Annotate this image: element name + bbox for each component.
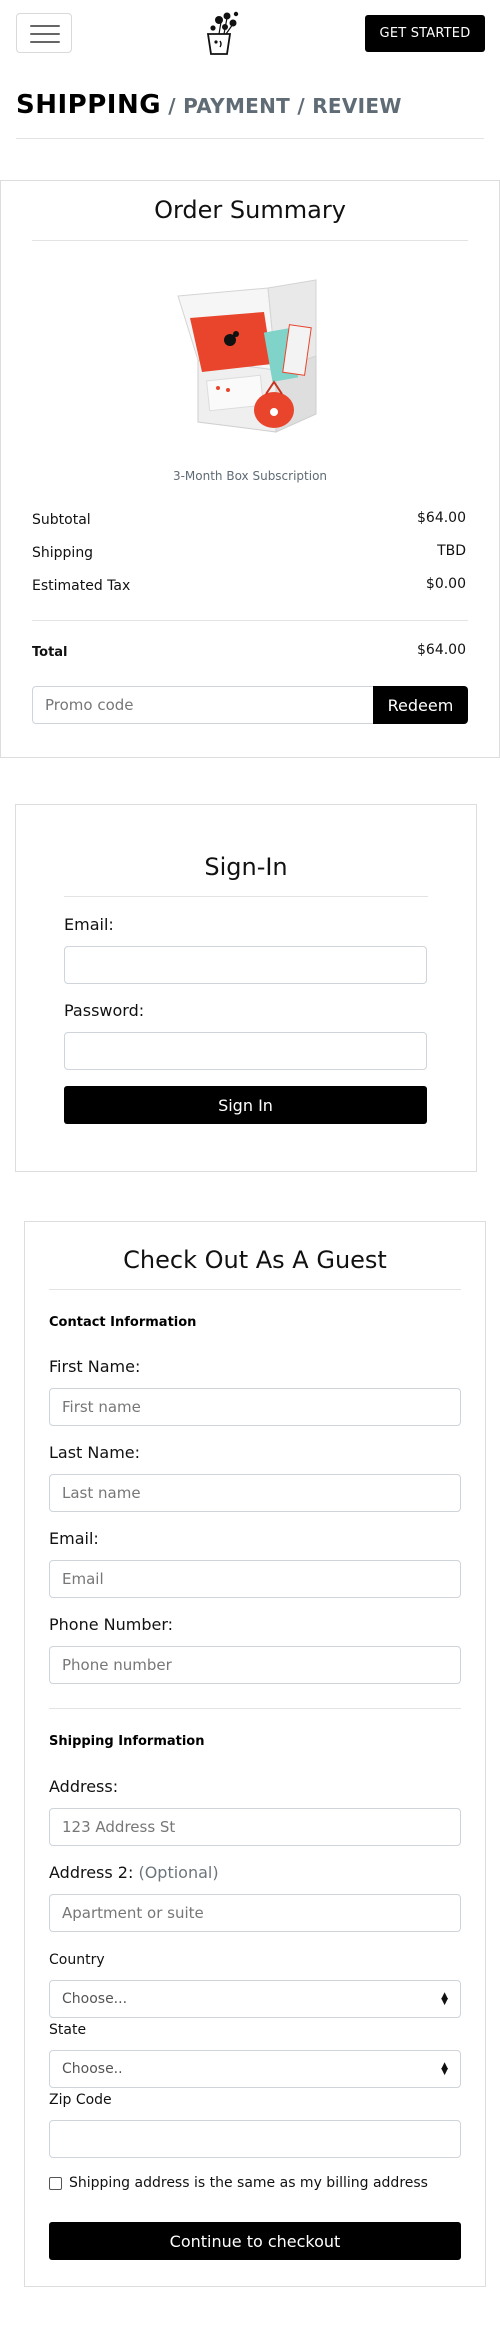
address2-label: Address 2: (Optional) [49, 1863, 219, 1882]
signin-button[interactable]: Sign In [64, 1086, 427, 1124]
product-image [168, 260, 332, 440]
header-divider [16, 138, 484, 139]
total-value: $64.00 [417, 642, 466, 658]
hamburger-menu-button[interactable] [16, 13, 72, 53]
flower-pot-logo-icon[interactable] [200, 8, 244, 58]
signin-password-input[interactable] [64, 1032, 427, 1070]
shipping-divider [49, 1708, 461, 1709]
address2-label-text: Address 2: [49, 1863, 134, 1882]
guest-checkout-title: Check Out As A Guest [123, 1246, 387, 1274]
phone-label: Phone Number: [49, 1615, 174, 1634]
shipping-info-heading: Shipping Information [49, 1734, 205, 1749]
checkout-breadcrumb: SHIPPING / PAYMENT / REVIEW [16, 90, 402, 120]
hamburger-line [30, 41, 60, 43]
guest-divider [49, 1289, 461, 1290]
same-address-label[interactable]: Shipping address is the same as my billi… [69, 2175, 428, 2191]
signin-divider [64, 896, 428, 897]
estimated-tax-label: Estimated Tax [32, 578, 131, 594]
state-select[interactable]: Choose.. ▲ ▼ [49, 2050, 461, 2088]
select-caret-icon: ▲ ▼ [441, 2061, 448, 2077]
last-name-label: Last Name: [49, 1443, 141, 1462]
signin-password-label: Password: [64, 1001, 145, 1020]
guest-email-input[interactable]: Email [49, 1560, 461, 1598]
select-caret-icon: ▲ ▼ [441, 1991, 448, 2007]
total-divider [32, 620, 468, 621]
zip-label: Zip Code [49, 2092, 112, 2108]
product-name: 3-Month Box Subscription [172, 469, 328, 483]
hamburger-menu-icon [30, 25, 60, 27]
phone-input[interactable]: Phone number [49, 1646, 461, 1684]
country-label: Country [49, 1952, 105, 1968]
contact-info-heading: Contact Information [49, 1315, 197, 1330]
address2-input[interactable]: Apartment or suite [49, 1894, 461, 1932]
shipping-label: Shipping [32, 545, 94, 561]
signin-email-label: Email: [64, 915, 114, 934]
get-started-button[interactable]: GET STARTED [365, 15, 485, 52]
last-name-input[interactable]: Last name [49, 1474, 461, 1512]
estimated-tax-value: $0.00 [425, 576, 466, 592]
order-summary-title: Order Summary [154, 196, 346, 224]
redeem-button[interactable]: Redeem [373, 686, 468, 724]
subtotal-label: Subtotal [32, 512, 91, 528]
address-label: Address: [49, 1777, 119, 1796]
total-label: Total [32, 645, 68, 660]
zip-input[interactable] [49, 2120, 461, 2158]
shipping-value: TBD [437, 543, 466, 559]
country-selected-value: Choose... [62, 1991, 128, 2007]
address2-optional-text: (Optional) [138, 1863, 219, 1882]
state-label: State [49, 2022, 87, 2038]
signin-title: Sign-In [204, 853, 288, 881]
breadcrumb-payment-review[interactable]: / PAYMENT / REVIEW [161, 94, 402, 118]
subtotal-value: $64.00 [417, 510, 466, 526]
same-address-checkbox[interactable] [49, 2177, 62, 2190]
breadcrumb-shipping: SHIPPING [16, 90, 162, 120]
country-select[interactable]: Choose... ▲ ▼ [49, 1980, 461, 2018]
first-name-input[interactable]: First name [49, 1388, 461, 1426]
state-selected-value: Choose.. [62, 2061, 123, 2077]
summary-divider [32, 240, 468, 241]
hamburger-line [30, 33, 60, 35]
promo-code-input[interactable]: Promo code [32, 686, 374, 724]
address-input[interactable]: 123 Address St [49, 1808, 461, 1846]
continue-to-checkout-button[interactable]: Continue to checkout [49, 2222, 461, 2260]
guest-email-label: Email: [49, 1529, 99, 1548]
signin-email-input[interactable] [64, 946, 427, 984]
first-name-label: First Name: [49, 1357, 141, 1376]
